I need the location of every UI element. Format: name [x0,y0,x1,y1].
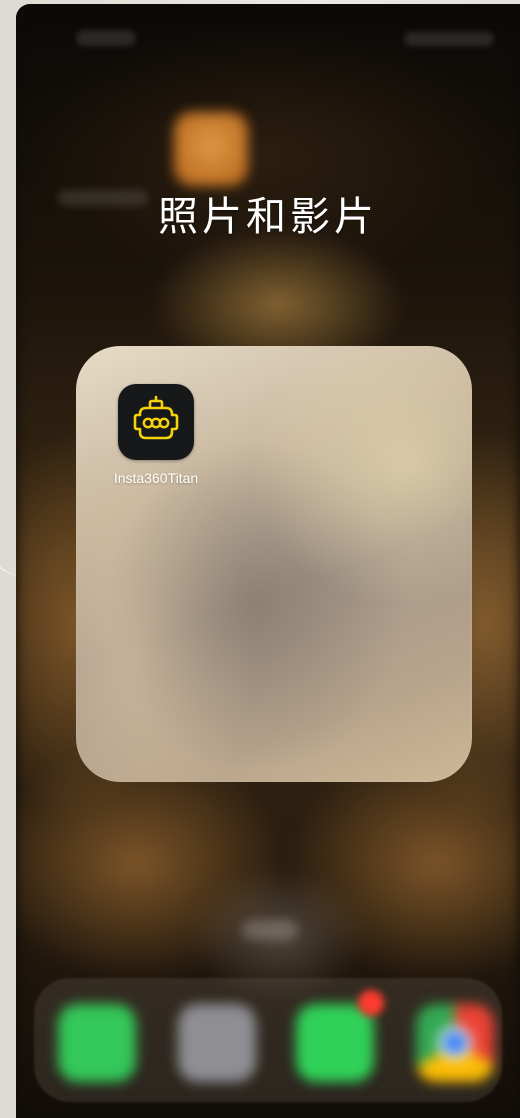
blurred-page-indicator [242,920,298,940]
chrome-app-icon [416,1004,494,1082]
status-time [76,30,136,46]
status-bar [16,4,520,74]
folder-panel: Insta360Titan [76,346,472,782]
app-insta360-titan[interactable]: Insta360Titan [104,384,208,494]
messages-app-icon [296,1004,374,1082]
files-app-icon [178,1004,256,1082]
phone-app-icon [58,1004,136,1082]
app-label: Insta360Titan [113,470,199,486]
phone-screen: 照片和影片 Insta360Titan [16,4,520,1118]
folder-title[interactable]: 照片和影片 [16,184,520,242]
notification-badge [358,990,384,1016]
camera-glyph [133,395,179,440]
background-app-icon [174,112,248,186]
status-icons [404,32,494,46]
insta360-titan-camera-icon[interactable] [118,384,194,460]
